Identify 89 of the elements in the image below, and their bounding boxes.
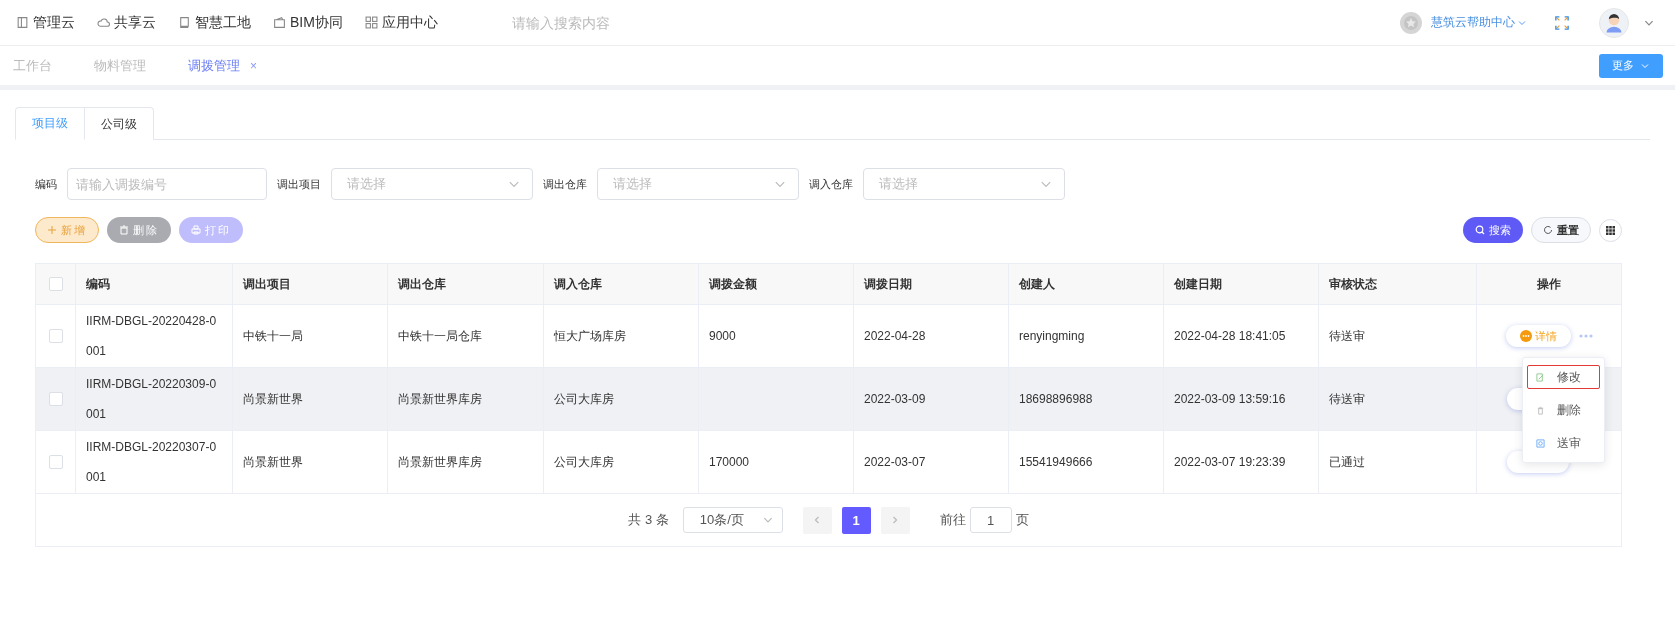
book-icon xyxy=(178,16,191,29)
menu-item[interactable]: 修改 xyxy=(1527,365,1600,389)
more-icon[interactable] xyxy=(1578,334,1593,338)
table-cell-text: IIRM-DBGL-20220309-0001 xyxy=(86,376,218,423)
reset-button[interactable]: 重置 xyxy=(1531,217,1591,243)
wallet-icon xyxy=(273,16,286,29)
printer-icon xyxy=(191,225,201,235)
more-button[interactable]: 更多 xyxy=(1599,53,1663,78)
table-cell-text: 公司大库房 xyxy=(554,391,614,408)
table-cell-text: 2022-03-09 xyxy=(864,391,926,408)
input-field[interactable]: 请输入调拨编号 xyxy=(67,168,267,200)
grid-icon xyxy=(1606,225,1615,235)
refresh-icon xyxy=(1543,225,1553,235)
column-header: 审核状态 xyxy=(1329,276,1377,293)
menu-item[interactable]: 送审 xyxy=(1527,431,1600,455)
table-cell-text: 中铁十一局仓库 xyxy=(398,328,482,345)
cloud-icon xyxy=(97,16,110,29)
previous-page-button[interactable] xyxy=(802,506,832,534)
column-header: 操作 xyxy=(1537,276,1561,293)
column-header: 调拨金额 xyxy=(709,276,757,293)
table-cell-text: 2022-03-07 xyxy=(864,454,926,471)
table-cell-text: 2022-03-09 13:59:16 xyxy=(1174,391,1286,408)
edit-icon xyxy=(1536,372,1545,382)
column-header: 创建日期 xyxy=(1174,276,1222,293)
column-header: 调入仓库 xyxy=(554,276,602,293)
table-cell-text: 已通过 xyxy=(1329,454,1365,471)
nav-link[interactable]: 共享云 xyxy=(97,13,156,32)
table-cell-text: 尚景新世界 xyxy=(243,454,303,471)
table-cell-text: 中铁十一局 xyxy=(243,328,303,345)
search-icon xyxy=(1475,225,1485,235)
table-cell-text: 15541949666 xyxy=(1019,454,1093,471)
plus-icon xyxy=(47,225,57,235)
column-header: 调出仓库 xyxy=(398,276,446,293)
next-page-button[interactable] xyxy=(880,506,910,534)
table-cell-text: 尚景新世界库房 xyxy=(398,454,482,471)
table-cell-text: 尚景新世界库房 xyxy=(398,391,482,408)
level-tab[interactable]: 项目级 xyxy=(15,107,85,140)
nav-link[interactable]: 应用中心 xyxy=(364,13,438,32)
page-input[interactable]: 1 xyxy=(969,507,1012,533)
checkbox[interactable] xyxy=(48,455,63,469)
table-cell-text: 待送审 xyxy=(1329,328,1365,345)
column-header: 调出项目 xyxy=(243,276,291,293)
badge-icon xyxy=(1399,10,1423,35)
nav-link[interactable]: 智慧工地 xyxy=(178,13,251,32)
checkbox[interactable] xyxy=(48,329,63,343)
filter-label: 编码 xyxy=(35,176,57,192)
trash-icon xyxy=(1536,405,1545,415)
nav-link[interactable]: 管理云 xyxy=(16,13,75,32)
filter-label: 调出项目 xyxy=(277,176,321,192)
nav-link[interactable]: BIM协同 xyxy=(273,13,343,32)
table-cell-text: 18698896988 xyxy=(1019,391,1093,408)
checkbox[interactable] xyxy=(48,277,63,291)
avatar-icon[interactable] xyxy=(1599,7,1629,38)
search-button[interactable]: 搜索 xyxy=(1463,217,1523,243)
table-cell-text: renyingming xyxy=(1019,328,1085,345)
table-cell-text: IIRM-DBGL-20220428-0001 xyxy=(86,313,218,360)
document-icon xyxy=(16,16,29,29)
column-header: 编码 xyxy=(86,276,110,293)
columns-button[interactable] xyxy=(1599,218,1622,242)
goto-label: 前往 xyxy=(939,511,966,529)
help-center-link[interactable]: 慧筑云帮助中心 xyxy=(1431,14,1527,31)
fullscreen-icon[interactable] xyxy=(1555,15,1569,30)
search-document-icon xyxy=(1536,438,1545,448)
menu-item[interactable]: 删除 xyxy=(1527,398,1600,422)
table-cell-text: 尚景新世界 xyxy=(243,391,303,408)
page-size-select[interactable]: 10条/页 xyxy=(682,507,783,533)
more-icon xyxy=(1519,330,1532,342)
table-cell-text: 2022-03-07 19:23:39 xyxy=(1174,454,1286,471)
page-suffix: 页 xyxy=(1015,511,1029,529)
column-header: 调拨日期 xyxy=(864,276,912,293)
table-cell-text: 待送审 xyxy=(1329,391,1365,408)
column-header: 创建人 xyxy=(1019,276,1055,293)
table-cell-text: 170000 xyxy=(709,454,750,471)
trash-icon xyxy=(119,225,129,235)
filter-label: 调出仓库 xyxy=(543,176,587,192)
table-cell-text: 2022-04-28 xyxy=(864,328,926,345)
table-cell-text: 9000 xyxy=(709,328,736,345)
level-tab[interactable]: 公司级 xyxy=(85,107,154,140)
filter-label: 调入仓库 xyxy=(809,176,853,192)
total-count: 共 3 条 xyxy=(628,511,669,529)
grid-icon xyxy=(364,16,378,29)
close-icon[interactable]: × xyxy=(250,58,257,73)
checkbox[interactable] xyxy=(48,392,63,406)
table-cell-text: 公司大库房 xyxy=(554,454,614,471)
table-cell-text: IIRM-DBGL-20220307-0001 xyxy=(86,439,218,486)
table-cell-text: 2022-04-28 18:41:05 xyxy=(1174,328,1286,345)
table-cell-text: 恒大广场库房 xyxy=(554,328,626,345)
page-number[interactable]: 1 xyxy=(841,506,871,534)
page-tab[interactable]: 调拨管理 xyxy=(188,56,240,75)
